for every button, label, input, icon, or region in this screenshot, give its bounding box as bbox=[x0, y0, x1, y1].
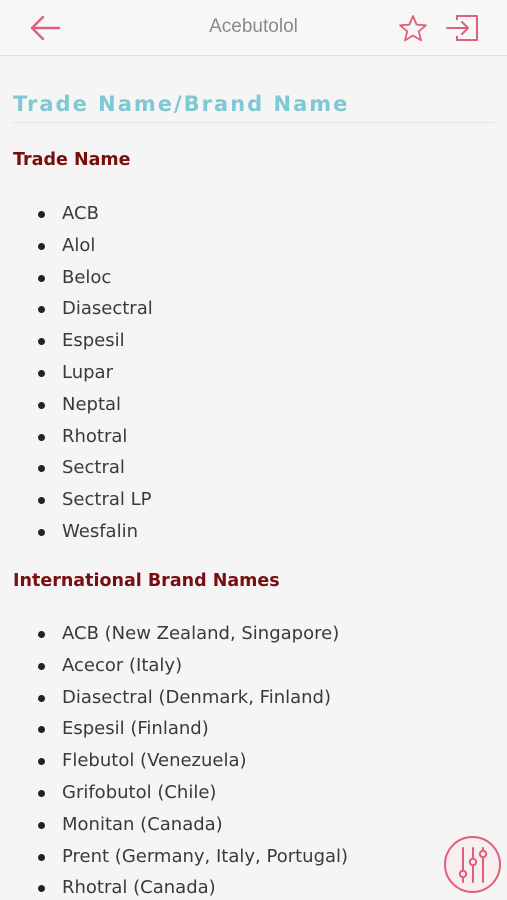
international-brand-item-text: Grifobutol (Chile) bbox=[62, 781, 217, 803]
settings-fab-button[interactable] bbox=[444, 836, 501, 893]
trade-name-item-text: Beloc bbox=[62, 266, 112, 288]
bullet-icon bbox=[38, 401, 45, 409]
trade-name-list-item: Lupar bbox=[0, 357, 153, 389]
trade-name-item-text: Espesil bbox=[62, 330, 125, 352]
bullet-icon bbox=[38, 465, 45, 473]
exit-icon bbox=[446, 15, 478, 41]
trade-name-item-text: Wesfalin bbox=[62, 520, 138, 542]
bullet-icon bbox=[38, 306, 45, 314]
international-brand-item-text: Acecor (Italy) bbox=[62, 654, 183, 676]
international-brand-list-item: Flebutol (Venezuela) bbox=[0, 745, 348, 777]
international-brand-list-item: Monitan (Canada) bbox=[0, 809, 348, 841]
bullet-icon bbox=[38, 338, 45, 346]
international-brand-item-text: Prent (Germany, Italy, Portugal) bbox=[62, 845, 349, 867]
trade-name-list-item: Espesil bbox=[0, 325, 153, 357]
international-brand-item-text: Espesil (Finland) bbox=[62, 718, 209, 740]
bullet-icon bbox=[38, 433, 45, 441]
international-brand-item-text: Monitan (Canada) bbox=[62, 813, 223, 835]
trade-name-list-item: Neptal bbox=[0, 389, 153, 421]
nav-bar: Acebutolol bbox=[0, 0, 507, 56]
bullet-icon bbox=[38, 885, 45, 893]
trade-name-item-text: Sectral LP bbox=[62, 489, 152, 511]
bullet-icon bbox=[38, 528, 45, 536]
trade-name-list-item: Alol bbox=[0, 230, 153, 262]
international-brand-list-item: Rhotral (Canada) bbox=[0, 872, 348, 900]
international-brand-item-text: Flebutol (Venezuela) bbox=[62, 750, 247, 772]
bullet-icon bbox=[38, 853, 45, 861]
international-brand-list-item: Espesil (Finland) bbox=[0, 713, 348, 745]
trade-name-item-text: Diasectral bbox=[62, 298, 153, 320]
international-brand-item-text: Rhotral (Canada) bbox=[62, 877, 216, 899]
trade-name-list-item: Beloc bbox=[0, 262, 153, 294]
section-title: Trade Name/Brand Name bbox=[13, 92, 350, 116]
favorite-button[interactable] bbox=[396, 12, 430, 44]
international-brand-list-item: Grifobutol (Chile) bbox=[0, 777, 348, 809]
bullet-icon bbox=[38, 242, 45, 250]
international-brand-list-item: ACB (New Zealand, Singapore) bbox=[0, 618, 348, 650]
sliders-icon bbox=[458, 846, 487, 883]
trade-name-list-item: Sectral LP bbox=[0, 484, 153, 516]
trade-name-list-item: Rhotral bbox=[0, 421, 153, 453]
trade-name-item-text: ACB bbox=[62, 203, 99, 224]
bullet-icon bbox=[38, 789, 45, 797]
international-brand-list-item: Prent (Germany, Italy, Portugal) bbox=[0, 841, 348, 873]
trade-name-list-item: ACB bbox=[0, 198, 153, 230]
international-brand-item-text: ACB (New Zealand, Singapore) bbox=[62, 623, 340, 644]
international-brand-list-item: Acecor (Italy) bbox=[0, 650, 348, 682]
trade-name-item-text: Alol bbox=[62, 234, 96, 256]
trade-name-list-item: Sectral bbox=[0, 452, 153, 484]
bullet-icon bbox=[38, 726, 45, 734]
bullet-icon bbox=[38, 274, 45, 282]
international-brand-list-item: Diasectral (Denmark, Finland) bbox=[0, 682, 348, 714]
app-screen: Acebutolol Trade Name/Brand Name Trade N… bbox=[0, 0, 507, 900]
trade-name-item-text: Neptal bbox=[62, 393, 122, 415]
bullet-icon bbox=[38, 758, 45, 766]
section-divider bbox=[13, 122, 495, 123]
bullet-icon bbox=[38, 662, 45, 670]
trade-name-item-text: Rhotral bbox=[62, 425, 128, 447]
trade-name-heading: Trade Name bbox=[13, 150, 131, 170]
trade-name-list-item: Diasectral bbox=[0, 293, 153, 325]
trade-name-item-text: Sectral bbox=[62, 457, 125, 479]
star-outline-icon bbox=[399, 14, 427, 41]
trade-name-list-item: Wesfalin bbox=[0, 516, 153, 548]
page-title: Acebutolol bbox=[209, 16, 298, 37]
bullet-icon bbox=[38, 631, 45, 638]
bullet-icon bbox=[38, 497, 45, 505]
bullet-icon bbox=[38, 211, 45, 218]
international-brand-list: ACB (New Zealand, Singapore) Acecor (Ital… bbox=[0, 618, 348, 900]
bullet-icon bbox=[38, 821, 45, 829]
exit-button[interactable] bbox=[443, 11, 481, 45]
bullet-icon bbox=[38, 694, 45, 702]
trade-name-list: ACB Alol Beloc Diasectral Espesil Lupar Neptal… bbox=[0, 198, 153, 548]
trade-name-item-text: Lupar bbox=[62, 361, 113, 383]
international-brand-item-text: Diasectral (Denmark, Finland) bbox=[62, 686, 331, 708]
bullet-icon bbox=[38, 369, 45, 377]
international-brand-heading: International Brand Names bbox=[13, 571, 280, 591]
